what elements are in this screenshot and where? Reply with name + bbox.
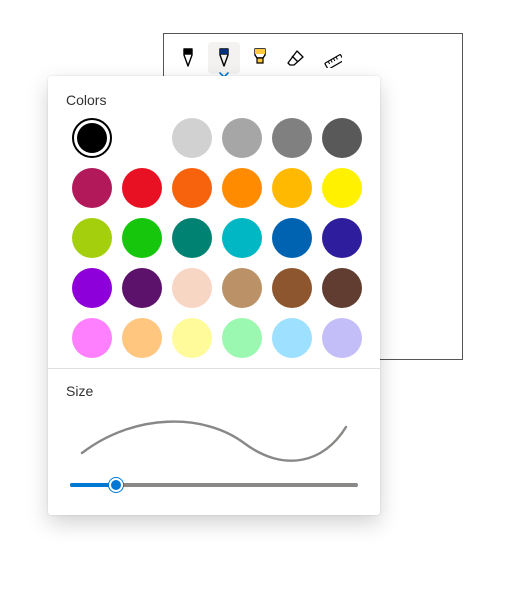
color-row [72,168,362,208]
tool-highlighter[interactable] [244,42,276,74]
tool-pen-black[interactable] [172,42,204,74]
color-row [72,118,362,158]
color-swatch[interactable] [122,318,162,358]
pen-settings-popup: Colors [48,76,380,515]
eraser-icon [286,49,306,67]
color-swatch[interactable] [172,318,212,358]
color-swatch[interactable] [122,168,162,208]
color-swatch[interactable] [272,268,312,308]
color-row [72,268,362,308]
ink-toolbar [164,34,462,78]
tool-eraser[interactable] [280,42,312,74]
stroke-size-preview [66,409,362,467]
color-swatch[interactable] [72,318,112,358]
color-row [72,318,362,358]
size-slider[interactable] [70,477,358,493]
color-swatch[interactable] [322,318,362,358]
color-swatch[interactable] [172,268,212,308]
divider [48,368,380,369]
ruler-icon [322,48,342,68]
pen-nib-icon [179,48,197,68]
color-swatch[interactable] [222,168,262,208]
tool-pen-blue[interactable] [208,42,240,74]
color-swatch[interactable] [272,318,312,358]
color-swatch[interactable] [222,118,262,158]
color-swatch[interactable] [72,218,112,258]
color-swatch[interactable] [172,118,212,158]
colors-section-label: Colors [66,92,362,108]
color-grid [72,118,362,358]
color-swatch[interactable] [322,268,362,308]
color-swatch[interactable] [72,168,112,208]
stroke-curve-icon [74,413,354,463]
color-swatch[interactable] [222,318,262,358]
pen-nib-icon [215,48,233,68]
color-row [72,218,362,258]
color-swatch[interactable] [272,168,312,208]
color-swatch[interactable] [322,118,362,158]
color-swatch-black[interactable] [72,118,112,158]
color-swatch[interactable] [272,118,312,158]
highlighter-icon [251,48,269,68]
color-swatch[interactable] [322,168,362,208]
size-section-label: Size [66,383,362,399]
color-swatch[interactable] [72,268,112,308]
color-swatch[interactable] [222,268,262,308]
color-swatch[interactable] [122,218,162,258]
color-swatch[interactable] [172,218,212,258]
color-swatch[interactable] [172,168,212,208]
color-swatch[interactable] [222,218,262,258]
slider-thumb[interactable] [109,478,123,492]
color-swatch-white[interactable] [122,118,162,158]
tool-ruler[interactable] [316,42,348,74]
color-swatch[interactable] [122,268,162,308]
color-swatch[interactable] [272,218,312,258]
color-swatch[interactable] [322,218,362,258]
